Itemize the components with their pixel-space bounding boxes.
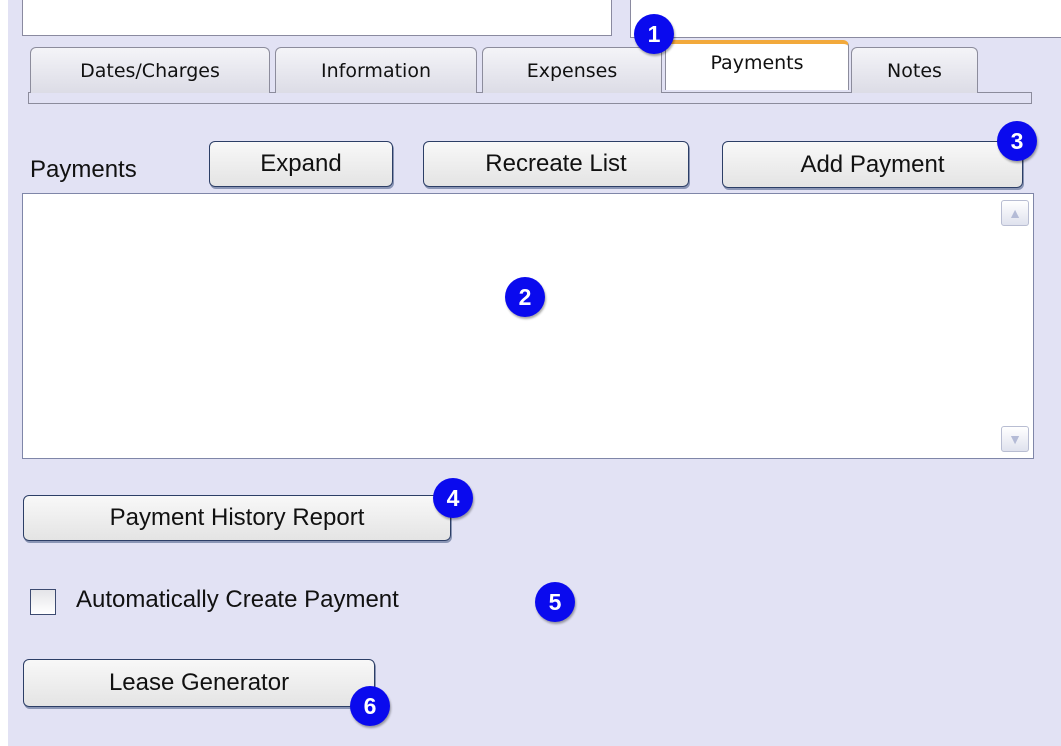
payment-history-report-button[interactable]: Payment History Report <box>23 495 451 541</box>
expand-button[interactable]: Expand <box>209 141 393 187</box>
recreate-list-button[interactable]: Recreate List <box>423 141 689 187</box>
scroll-down-icon[interactable]: ▼ <box>1001 426 1029 452</box>
tab-notes[interactable]: Notes <box>851 47 978 93</box>
tab-label: Notes <box>887 59 942 82</box>
tab-expenses[interactable]: Expenses <box>482 47 662 93</box>
add-payment-button[interactable]: Add Payment <box>722 141 1023 188</box>
lease-generator-button[interactable]: Lease Generator <box>23 659 375 707</box>
tab-label: Payments <box>710 52 804 74</box>
top-field-left[interactable] <box>22 0 612 36</box>
tab-panel-border <box>28 92 1032 104</box>
tab-dates-charges[interactable]: Dates/Charges <box>30 47 270 93</box>
callout-marker-6: 6 <box>350 686 390 726</box>
tab-label: Expenses <box>526 59 618 82</box>
tab-label: Information <box>321 59 431 82</box>
callout-marker-4: 4 <box>433 478 473 518</box>
callout-marker-2: 2 <box>505 277 545 317</box>
auto-create-payment-label: Automatically Create Payment <box>76 586 399 613</box>
scroll-up-icon[interactable]: ▲ <box>1001 200 1029 226</box>
payments-section-label: Payments <box>30 156 137 183</box>
callout-marker-1: 1 <box>634 14 674 54</box>
callout-marker-5: 5 <box>535 582 575 622</box>
window-edge <box>0 0 8 746</box>
callout-marker-3: 3 <box>997 121 1037 161</box>
payments-list[interactable]: ▲ ▼ <box>22 193 1034 459</box>
auto-create-payment-checkbox[interactable] <box>30 589 56 615</box>
tab-payments[interactable]: Payments <box>665 40 849 90</box>
tab-information[interactable]: Information <box>275 47 477 93</box>
tab-label: Dates/Charges <box>80 59 220 82</box>
top-field-right[interactable] <box>630 0 1061 38</box>
